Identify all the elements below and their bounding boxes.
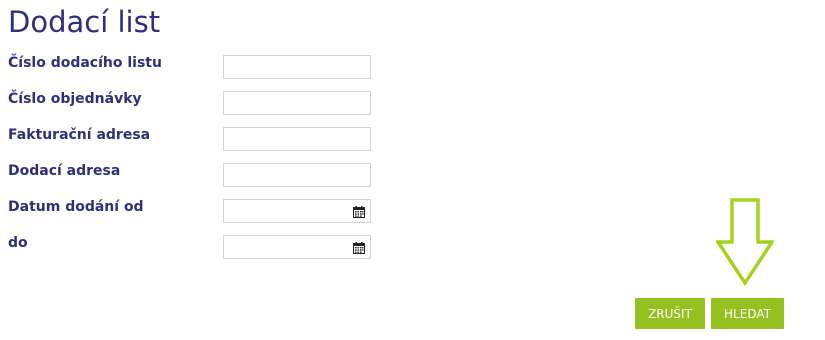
- order-number-label: Číslo objednávky: [8, 91, 142, 107]
- field-row-delivery-note-number: Číslo dodacího listu: [0, 55, 400, 81]
- calendar-icon[interactable]: [353, 206, 365, 218]
- delivery-address-input[interactable]: [223, 163, 371, 187]
- cancel-button[interactable]: ZRUŠIT: [635, 298, 705, 329]
- field-row-delivery-address: Dodací adresa: [0, 163, 400, 189]
- order-number-input[interactable]: [223, 91, 371, 115]
- field-row-order-number: Číslo objednávky: [0, 91, 400, 117]
- billing-address-label: Fakturační adresa: [8, 127, 151, 143]
- field-row-delivery-date-from: Datum dodání od: [0, 199, 400, 225]
- billing-address-input[interactable]: [223, 127, 371, 151]
- delivery-date-from-label: Datum dodání od: [8, 199, 144, 215]
- calendar-icon[interactable]: [353, 242, 365, 254]
- delivery-date-to-label: do: [8, 235, 28, 251]
- down-arrow-icon: [716, 198, 774, 286]
- delivery-date-to-input[interactable]: [223, 235, 371, 259]
- page-title: Dodací list: [8, 5, 161, 39]
- delivery-date-from-input[interactable]: [223, 199, 371, 223]
- field-row-billing-address: Fakturační adresa: [0, 127, 400, 153]
- field-row-delivery-date-to: do: [0, 235, 400, 261]
- delivery-note-number-input[interactable]: [223, 55, 371, 79]
- search-button[interactable]: HLEDAT: [711, 298, 784, 329]
- delivery-note-number-label: Číslo dodacího listu: [8, 55, 162, 71]
- delivery-address-label: Dodací adresa: [8, 163, 121, 179]
